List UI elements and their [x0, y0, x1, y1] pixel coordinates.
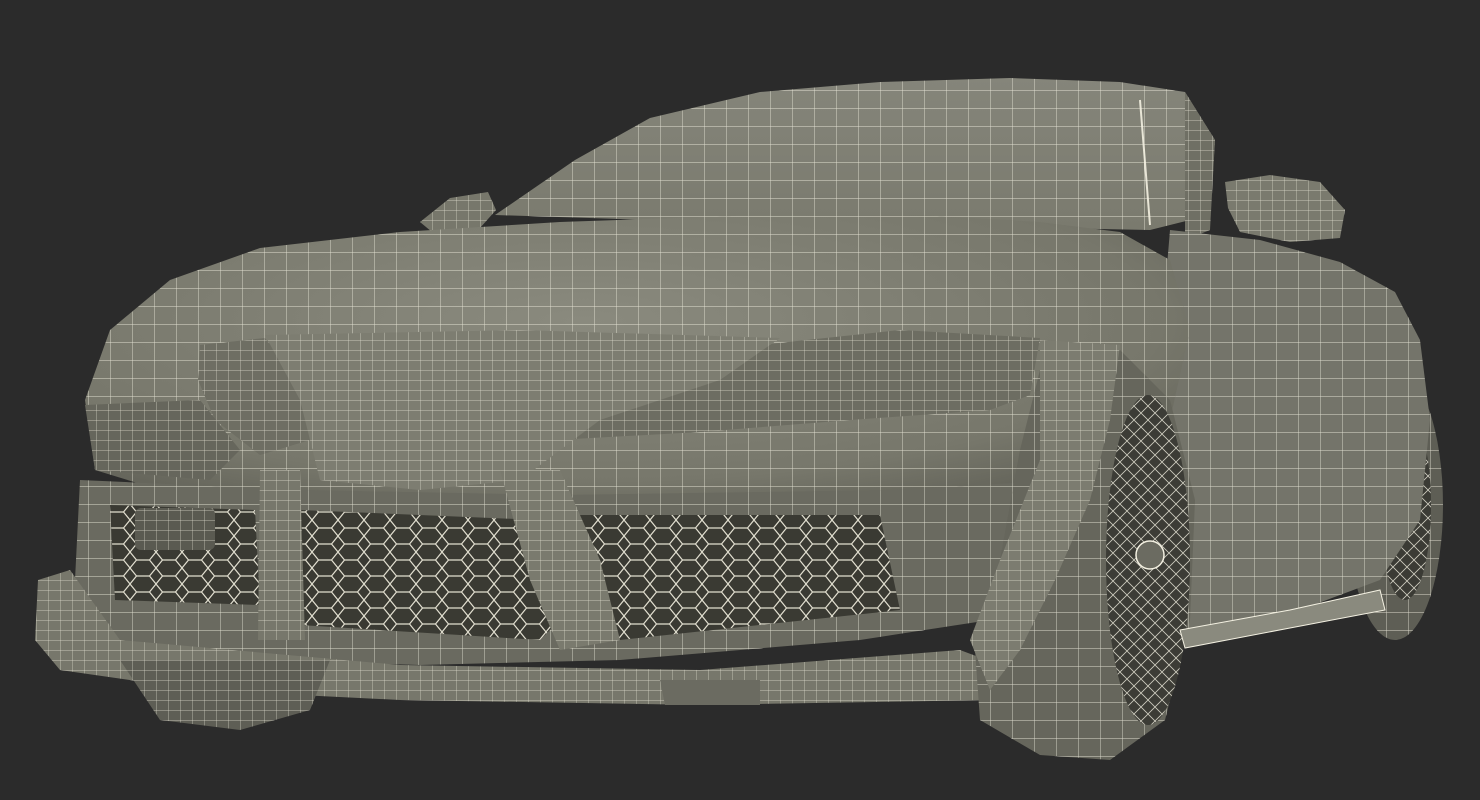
- render-viewport: [0, 0, 1480, 800]
- car-wireframe-render: [35, 78, 1443, 760]
- front-left-tire: [120, 660, 330, 730]
- left-grille: [110, 505, 260, 605]
- left-mirror: [420, 192, 496, 232]
- right-mirror: [1225, 175, 1345, 242]
